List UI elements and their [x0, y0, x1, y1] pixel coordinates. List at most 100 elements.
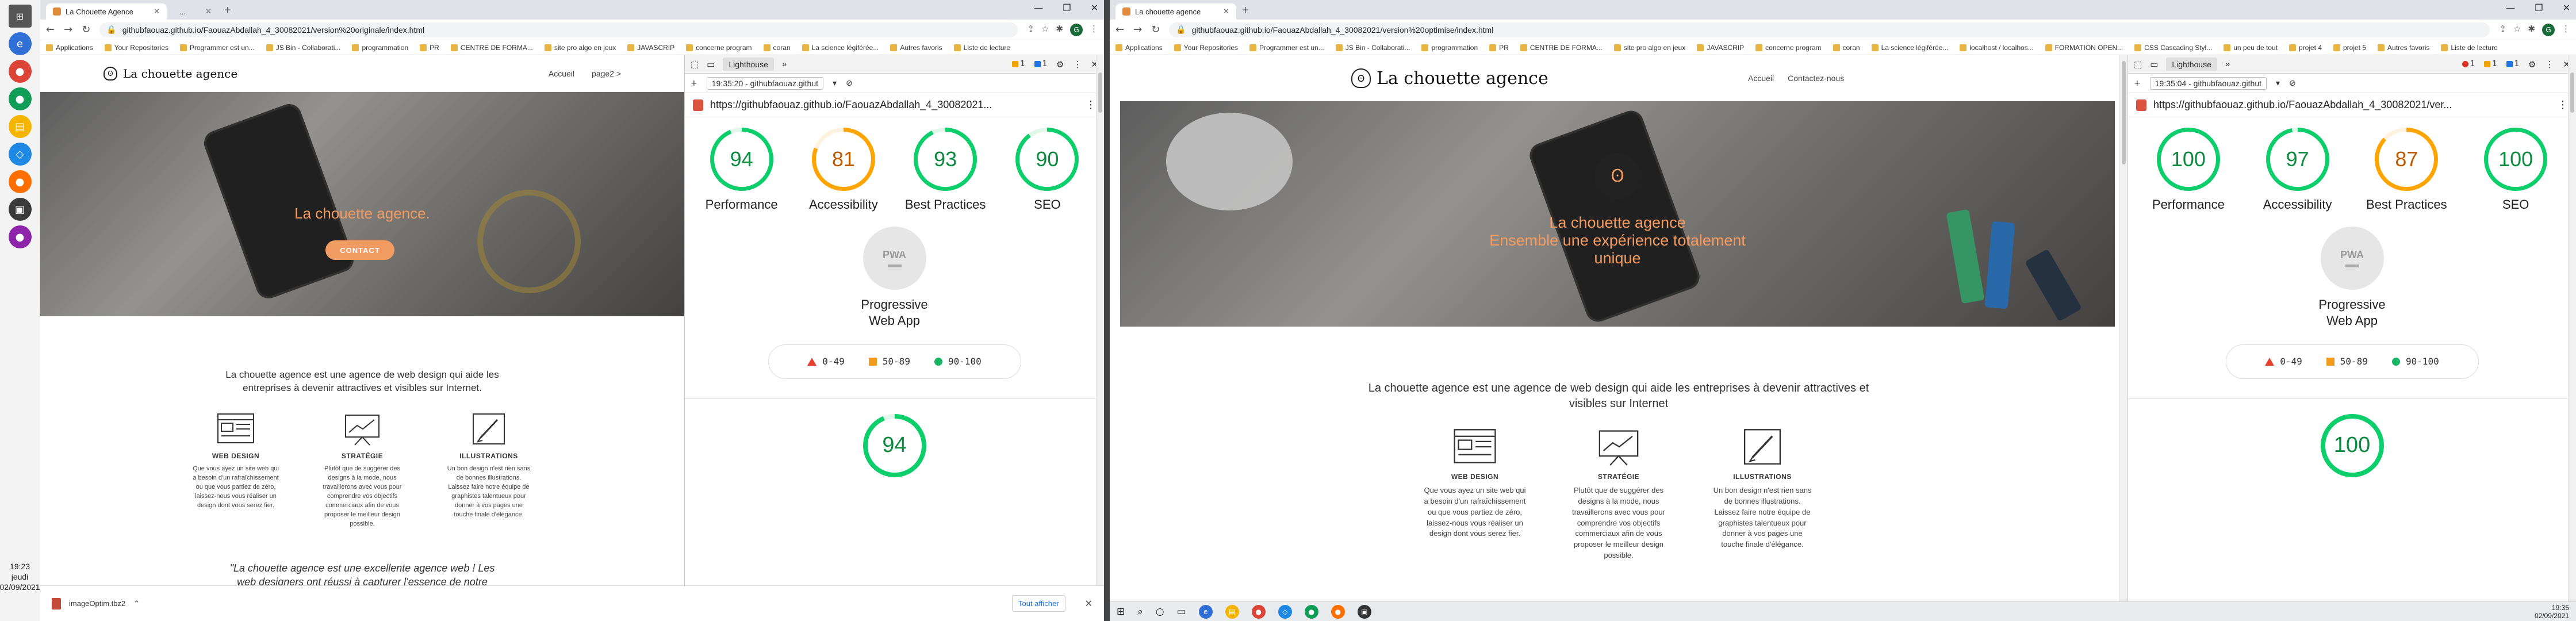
close-window-icon[interactable]: ✕: [1091, 2, 1098, 13]
report-select[interactable]: 19:35:04 - githubfaouaz.githut: [2149, 76, 2267, 90]
avatar[interactable]: G: [2542, 23, 2555, 36]
bookmark-item[interactable]: Programmer est un...: [1249, 44, 1324, 52]
new-tab-icon[interactable]: +: [1242, 4, 1249, 17]
app-icon[interactable]: ●: [8, 87, 32, 110]
explorer-icon[interactable]: ▤: [1225, 604, 1239, 619]
contact-button[interactable]: CONTACT: [325, 240, 394, 260]
site-logo[interactable]: ʘ La chouette agence: [1351, 68, 1548, 89]
bookmark-item[interactable]: coran: [763, 44, 791, 52]
bookmark-item[interactable]: CENTRE DE FORMA...: [450, 44, 533, 52]
scroll-thumb[interactable]: [2122, 61, 2126, 164]
dropdown-icon[interactable]: ▾: [2276, 79, 2280, 88]
bookmark-item[interactable]: site pro algo en jeux: [544, 44, 616, 52]
devtools-scrollbar[interactable]: [1096, 55, 1104, 585]
search-icon[interactable]: ⌕: [1137, 606, 1143, 618]
bookmark-item[interactable]: projet 4: [2288, 44, 2322, 52]
menu-icon[interactable]: ⋮: [2562, 24, 2570, 36]
bookmark-item[interactable]: Programmer est un...: [180, 44, 255, 52]
avatar[interactable]: G: [1070, 23, 1083, 36]
info-badge[interactable]: 1: [1034, 59, 1047, 70]
minimize-icon[interactable]: —: [2506, 2, 2515, 13]
back-icon[interactable]: ←: [46, 24, 55, 36]
settings-icon[interactable]: ⚙: [2528, 59, 2536, 70]
star-icon[interactable]: ☆: [2513, 24, 2521, 36]
gauge-seo[interactable]: 90 SEO: [998, 128, 1096, 213]
tab-active[interactable]: La chouette agence ✕: [1116, 3, 1236, 20]
bookmark-item[interactable]: JAVASCRIP: [627, 44, 674, 52]
device-icon[interactable]: ▭: [2150, 59, 2158, 70]
bookmark-item[interactable]: Applications: [46, 44, 93, 52]
reload-icon[interactable]: ↻: [1151, 24, 1160, 36]
menu-page2[interactable]: page2 >: [592, 69, 621, 78]
site-logo[interactable]: ʘ La chouette agence: [103, 67, 237, 80]
report-url[interactable]: https://githubfaouaz.github.io/FaouazAbd…: [2153, 99, 2452, 111]
menu-accueil[interactable]: Accueil: [549, 69, 574, 78]
gauge-performance[interactable]: 100 Performance: [2140, 128, 2237, 213]
bookmark-item[interactable]: JS Bin - Collaborati...: [266, 44, 340, 52]
bookmark-item[interactable]: PR: [1489, 44, 1509, 52]
gauge-seo[interactable]: 100 SEO: [2467, 128, 2564, 213]
clear-icon[interactable]: ⊘: [2289, 79, 2296, 88]
bookmark-item[interactable]: FORMATION OPEN...: [2045, 44, 2123, 52]
bookmark-item[interactable]: La science légiférée...: [1871, 44, 1948, 52]
device-icon[interactable]: ▭: [707, 59, 715, 70]
download-file[interactable]: imageOptim.tbz2: [69, 599, 125, 608]
bookmark-item[interactable]: PR: [420, 44, 439, 52]
show-all-button[interactable]: Tout afficher: [1012, 595, 1065, 612]
folder-icon[interactable]: ▤: [8, 115, 32, 138]
bookmark-item[interactable]: concerne program: [686, 44, 752, 52]
chrome-icon[interactable]: ●: [8, 60, 32, 83]
devtools-menu-icon[interactable]: ⋮: [1073, 59, 1082, 70]
share-icon[interactable]: ⇪: [1027, 24, 1034, 36]
vscode-icon[interactable]: ◇: [8, 143, 32, 166]
bookmark-item[interactable]: Liste de lecture: [2441, 44, 2498, 52]
extensions-icon[interactable]: ✱: [1056, 24, 1063, 36]
star-icon[interactable]: ☆: [1041, 24, 1049, 36]
bookmark-item[interactable]: CSS Cascading Styl...: [2134, 44, 2212, 52]
more-tabs-icon[interactable]: »: [782, 59, 787, 69]
lighthouse-tab[interactable]: Lighthouse: [723, 57, 774, 71]
bookmark-item[interactable]: projet 5: [2333, 44, 2366, 52]
scroll-thumb[interactable]: [1098, 72, 1102, 113]
gauge-performance[interactable]: 94 Performance: [693, 128, 791, 213]
edge-icon[interactable]: e: [1198, 604, 1213, 619]
add-report-icon[interactable]: +: [2134, 79, 2141, 88]
back-icon[interactable]: ←: [1116, 24, 1124, 36]
edge-icon[interactable]: e: [8, 32, 32, 55]
new-tab-icon[interactable]: +: [224, 4, 231, 17]
bookmark-item[interactable]: JS Bin - Collaborati...: [1335, 44, 1410, 52]
error-badge[interactable]: 1: [2462, 59, 2475, 70]
bookmark-item[interactable]: site pro algo en jeux: [1613, 44, 1685, 52]
bookmark-item[interactable]: coran: [1833, 44, 1860, 52]
extensions-icon[interactable]: ✱: [2528, 24, 2535, 36]
devtools-menu-icon[interactable]: ⋮: [2545, 59, 2554, 70]
tab-active[interactable]: La Chouette Agence ✕: [46, 3, 167, 20]
close-window-icon[interactable]: ✕: [2563, 2, 2570, 13]
report-url[interactable]: https://githubfaouaz.github.io/FaouazAbd…: [710, 99, 992, 111]
report-menu-icon[interactable]: ⋮: [2558, 99, 2568, 111]
report-menu-icon[interactable]: ⋮: [1086, 99, 1096, 111]
inspect-icon[interactable]: ⬚: [2134, 59, 2142, 70]
dropdown-icon[interactable]: ▾: [833, 79, 837, 88]
bookmark-item[interactable]: programmation: [1421, 44, 1478, 52]
bookmark-item[interactable]: La science légiférée...: [802, 44, 879, 52]
minimize-icon[interactable]: —: [1034, 2, 1043, 13]
close-download-icon[interactable]: ✕: [1085, 598, 1092, 610]
bookmark-item[interactable]: Autres favoris: [2378, 44, 2429, 52]
bookmark-item[interactable]: CENTRE DE FORMA...: [1520, 44, 1603, 52]
add-report-icon[interactable]: +: [691, 79, 697, 88]
app-icon[interactable]: ●: [1304, 604, 1318, 619]
settings-icon[interactable]: ⚙: [1056, 59, 1064, 70]
lighthouse-tab[interactable]: Lighthouse: [2166, 57, 2217, 71]
forward-icon[interactable]: →: [1133, 24, 1142, 36]
firefox-icon[interactable]: ●: [1331, 604, 1345, 619]
close-tab-icon[interactable]: ✕: [154, 7, 160, 16]
task-view-icon[interactable]: ▭: [1177, 606, 1186, 618]
cortana-icon[interactable]: ○: [1156, 606, 1164, 618]
bookmark-item[interactable]: Your Repositories: [1174, 44, 1238, 52]
bookmark-item[interactable]: un peu de tout: [2224, 44, 2278, 52]
vscode-icon[interactable]: ◇: [1278, 604, 1292, 619]
reload-icon[interactable]: ↻: [82, 24, 90, 36]
bookmark-item[interactable]: Your Repositories: [104, 44, 168, 52]
bookmark-item[interactable]: programmation: [352, 44, 408, 52]
